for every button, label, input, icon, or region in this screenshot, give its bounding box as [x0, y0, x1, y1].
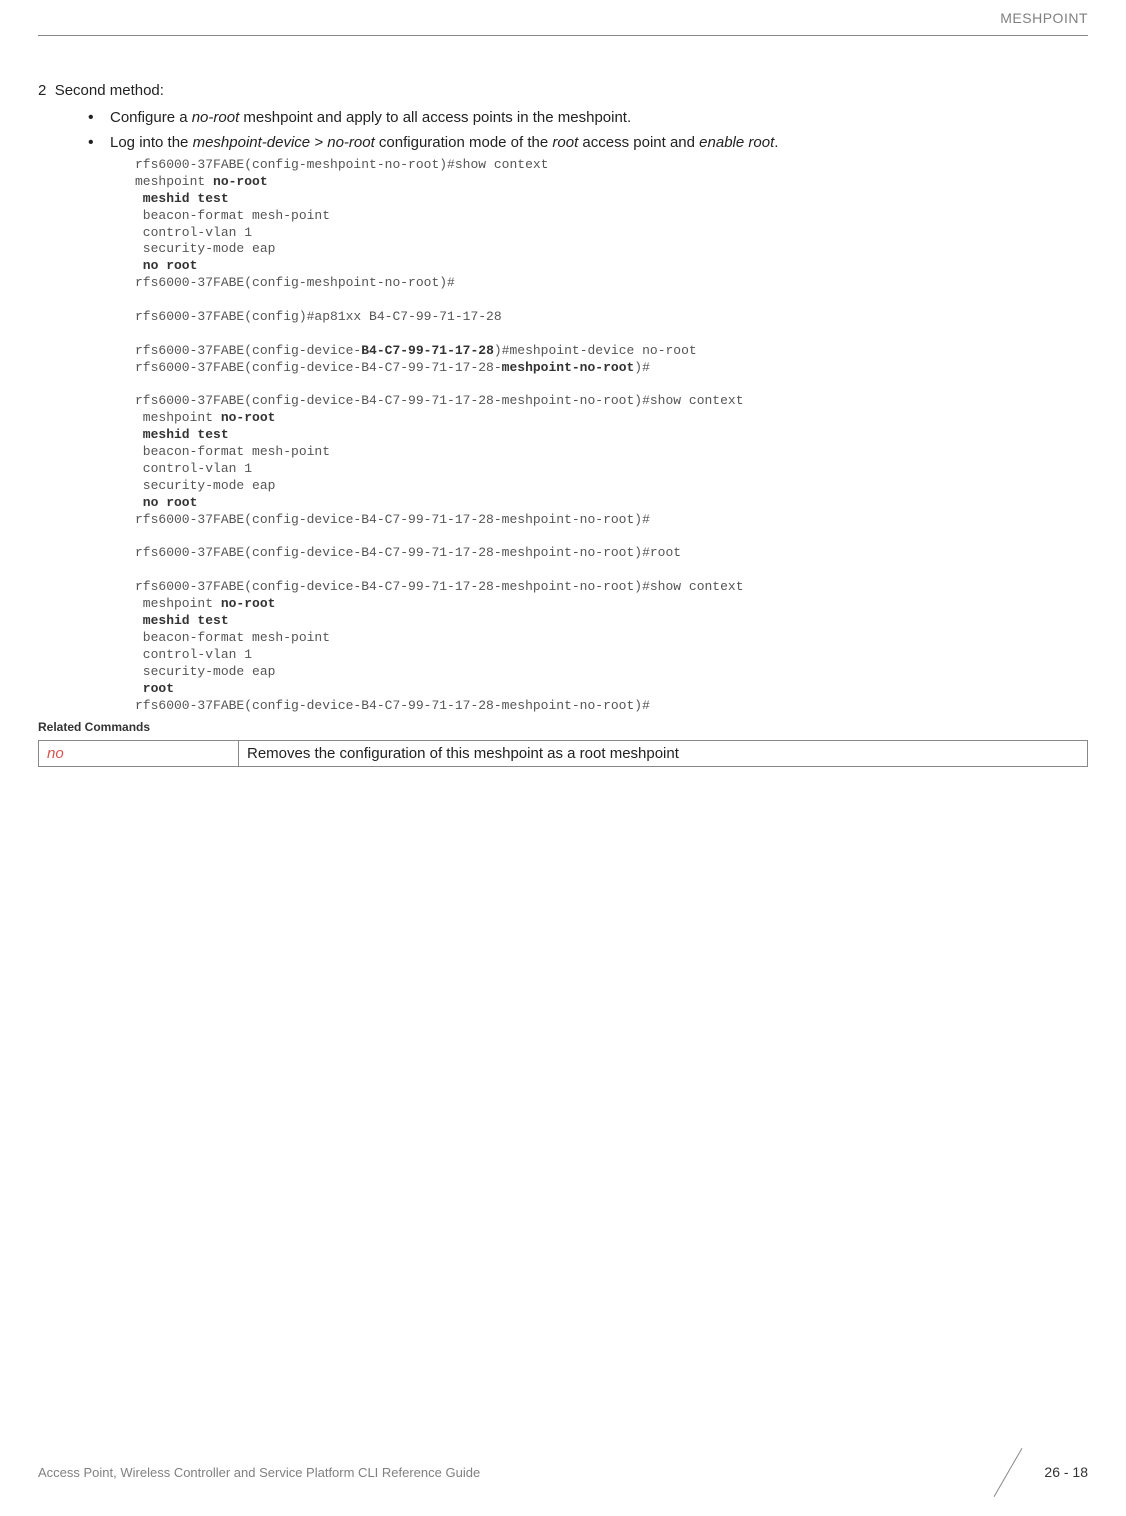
method-heading: 2 Second method: [38, 82, 1088, 99]
code-bold: no-root [221, 596, 276, 611]
code-line: rfs6000-37FABE(config-meshpoint-no-root)… [135, 157, 548, 172]
related-commands-table: no Removes the configuration of this mes… [38, 740, 1088, 767]
code-bold: no-root [221, 410, 276, 425]
code-line: rfs6000-37FABE(config-device-B4-C7-99-71… [135, 545, 681, 560]
method-number: 2 [38, 82, 46, 99]
code-line: beacon-format mesh-point [135, 208, 330, 223]
code-line: beacon-format mesh-point [135, 444, 330, 459]
page-footer: Access Point, Wireless Controller and Se… [38, 1452, 1088, 1492]
code-line: rfs6000-37FABE(config-device-B4-C7-99-71… [135, 698, 650, 713]
code-block: rfs6000-37FABE(config-meshpoint-no-root)… [135, 157, 1088, 714]
code-line: security-mode eap [135, 664, 275, 679]
code-bold: meshid test [135, 613, 229, 628]
code-bold: meshpoint-no-root [502, 360, 635, 375]
code-line: rfs6000-37FABE(config)#ap81xx B4-C7-99-7… [135, 309, 502, 324]
header-label: MESHPOINT [1000, 10, 1088, 26]
code-line: rfs6000-37FABE(config-device-B4-C7-99-71… [135, 512, 650, 527]
code-line: meshpoint [135, 410, 221, 425]
code-bold: no root [135, 258, 197, 273]
page-content: 2 Second method: Configure a no-root mes… [38, 82, 1088, 767]
page-divider-icon [988, 1452, 1028, 1492]
code-line: control-vlan 1 [135, 225, 252, 240]
code-line: rfs6000-37FABE(config-meshpoint-no-root)… [135, 275, 455, 290]
header-divider [38, 35, 1088, 36]
bullet-1: Configure a no-root meshpoint and apply … [88, 107, 1088, 128]
code-line: beacon-format mesh-point [135, 630, 330, 645]
code-bold: no-root [213, 174, 268, 189]
code-line: security-mode eap [135, 241, 275, 256]
code-bold: meshid test [135, 191, 229, 206]
code-line: meshpoint [135, 174, 213, 189]
code-line: control-vlan 1 [135, 647, 252, 662]
related-cmd-name: no [39, 741, 239, 767]
code-line: rfs6000-37FABE(config-device-B4-C7-99-71… [135, 579, 744, 594]
code-line: security-mode eap [135, 478, 275, 493]
footer-page-block: 26 - 18 [988, 1452, 1088, 1492]
code-line: rfs6000-37FABE(config-device-B4-C7-99-71… [135, 393, 744, 408]
code-bold: root [135, 681, 174, 696]
code-bold: B4-C7-99-71-17-28 [361, 343, 494, 358]
footer-title: Access Point, Wireless Controller and Se… [38, 1465, 480, 1480]
code-line: )#meshpoint-device no-root [494, 343, 697, 358]
code-bold: meshid test [135, 427, 229, 442]
method-title-text: Second method: [55, 82, 164, 99]
code-line: )# [634, 360, 650, 375]
related-commands-title: Related Commands [38, 720, 1088, 734]
related-cmd-desc: Removes the configuration of this meshpo… [239, 741, 1088, 767]
code-line: rfs6000-37FABE(config-device- [135, 343, 361, 358]
table-row: no Removes the configuration of this mes… [39, 741, 1088, 767]
code-line: rfs6000-37FABE(config-device-B4-C7-99-71… [135, 360, 502, 375]
bullet-list: Configure a no-root meshpoint and apply … [88, 107, 1088, 153]
bullet-2: Log into the meshpoint-device > no-root … [88, 132, 1088, 153]
code-line: meshpoint [135, 596, 221, 611]
code-bold: no root [135, 495, 197, 510]
page-number: 26 - 18 [1044, 1464, 1088, 1480]
code-line: control-vlan 1 [135, 461, 252, 476]
